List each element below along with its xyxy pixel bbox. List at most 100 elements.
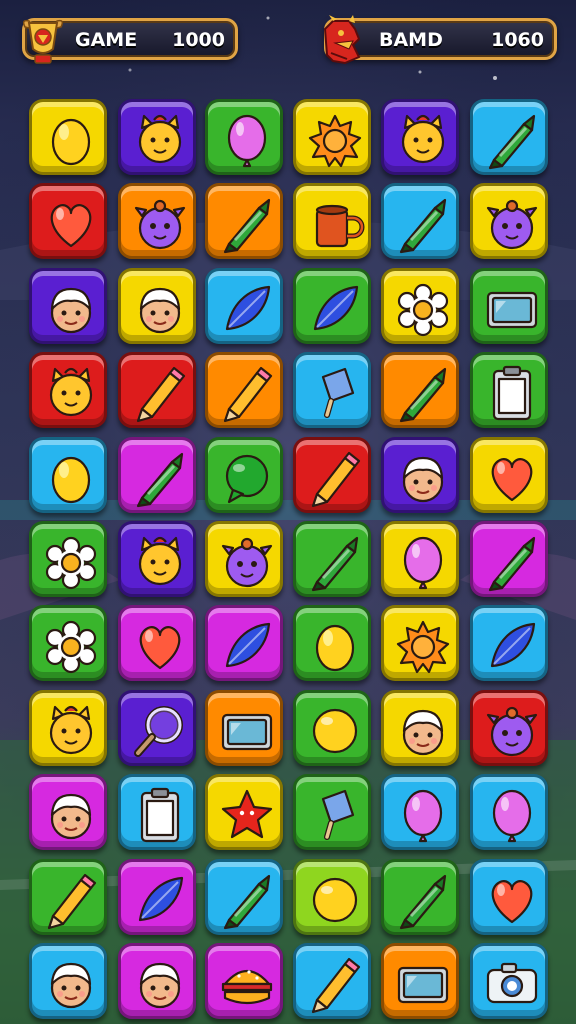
tile-r7-c2[interactable] — [118, 605, 196, 681]
sun-icon — [396, 620, 450, 674]
tile-r7-c6[interactable] — [470, 605, 548, 681]
screen-icon — [221, 713, 273, 751]
clipboard-icon — [140, 787, 180, 843]
tile-r2-c1[interactable] — [29, 183, 107, 259]
tile-r7-c5[interactable] — [381, 605, 459, 681]
tile-r5-c1[interactable] — [29, 437, 107, 513]
tile-r10-c3[interactable] — [205, 859, 283, 935]
tile-r2-c5[interactable] — [381, 183, 459, 259]
tile-r11-c5[interactable] — [381, 943, 459, 1019]
alien-icon — [486, 706, 538, 757]
tile-r11-c4[interactable] — [293, 943, 371, 1019]
tile-r3-c6[interactable] — [470, 268, 548, 344]
tile-r4-c4[interactable] — [293, 352, 371, 428]
tile-r11-c2[interactable] — [118, 943, 196, 1019]
tile-r8-c6[interactable] — [470, 690, 548, 766]
balloon-icon — [403, 789, 443, 843]
cat-icon — [49, 705, 93, 755]
popsicle-icon — [321, 789, 355, 840]
tile-r5-c5[interactable] — [381, 437, 459, 513]
tile-r3-c3[interactable] — [205, 268, 283, 344]
crayon-icon — [136, 452, 184, 508]
tile-r9-c3[interactable] — [205, 774, 283, 850]
leaf-icon — [225, 285, 271, 331]
tile-r10-c1[interactable] — [29, 859, 107, 935]
tile-r6-c1[interactable] — [29, 521, 107, 597]
match-board — [0, 0, 576, 1024]
tile-r11-c6[interactable] — [470, 943, 548, 1019]
tile-r7-c1[interactable] — [29, 605, 107, 681]
magnifier-icon — [134, 706, 183, 757]
tile-r1-c2[interactable] — [118, 99, 196, 175]
tile-r10-c2[interactable] — [118, 859, 196, 935]
tile-r2-c3[interactable] — [205, 183, 283, 259]
tile-r10-c6[interactable] — [470, 859, 548, 935]
tile-r6-c4[interactable] — [293, 521, 371, 597]
tile-r4-c5[interactable] — [381, 352, 459, 428]
cat-icon — [401, 114, 445, 164]
crayon-icon — [399, 367, 447, 423]
sun-icon — [308, 114, 362, 168]
popsicle-icon — [321, 367, 355, 418]
leaf-icon — [490, 622, 536, 668]
tile-r10-c4[interactable] — [293, 859, 371, 935]
face-icon — [402, 709, 444, 756]
tile-r1-c6[interactable] — [470, 99, 548, 175]
tile-r11-c1[interactable] — [29, 943, 107, 1019]
tile-r11-c3[interactable] — [205, 943, 283, 1019]
tile-r5-c3[interactable] — [205, 437, 283, 513]
star-icon — [221, 789, 273, 839]
tile-r8-c3[interactable] — [205, 690, 283, 766]
tile-r9-c1[interactable] — [29, 774, 107, 850]
tile-r3-c4[interactable] — [293, 268, 371, 344]
tile-r6-c2[interactable] — [118, 521, 196, 597]
pencil-icon — [311, 451, 361, 508]
face-icon — [50, 793, 92, 840]
face-icon — [50, 962, 92, 1009]
tile-r2-c2[interactable] — [118, 183, 196, 259]
tile-r9-c2[interactable] — [118, 774, 196, 850]
clipboard-icon — [492, 365, 532, 421]
flower-icon — [45, 620, 97, 674]
tile-r3-c2[interactable] — [118, 268, 196, 344]
tile-r9-c4[interactable] — [293, 774, 371, 850]
tile-r7-c4[interactable] — [293, 605, 371, 681]
tile-r1-c5[interactable] — [381, 99, 459, 175]
tile-r1-c4[interactable] — [293, 99, 371, 175]
tile-r2-c6[interactable] — [470, 183, 548, 259]
ball-icon — [312, 877, 358, 923]
tile-r3-c1[interactable] — [29, 268, 107, 344]
tile-r2-c4[interactable] — [293, 183, 371, 259]
tile-r6-c5[interactable] — [381, 521, 459, 597]
tile-r4-c2[interactable] — [118, 352, 196, 428]
pencil-icon — [47, 873, 97, 930]
tile-r1-c1[interactable] — [29, 99, 107, 175]
leaf-icon — [225, 622, 271, 668]
tile-r9-c6[interactable] — [470, 774, 548, 850]
tile-r7-c3[interactable] — [205, 605, 283, 681]
lemon-icon — [51, 118, 91, 166]
tile-r3-c5[interactable] — [381, 268, 459, 344]
tile-r8-c2[interactable] — [118, 690, 196, 766]
tile-r5-c4[interactable] — [293, 437, 371, 513]
tile-r10-c5[interactable] — [381, 859, 459, 935]
tile-r4-c1[interactable] — [29, 352, 107, 428]
tile-r5-c6[interactable] — [470, 437, 548, 513]
crayon-icon — [223, 874, 271, 930]
tile-r4-c3[interactable] — [205, 352, 283, 428]
tile-r8-c4[interactable] — [293, 690, 371, 766]
balloon-icon — [403, 536, 443, 590]
tile-r9-c5[interactable] — [381, 774, 459, 850]
tile-r4-c6[interactable] — [470, 352, 548, 428]
tile-r1-c3[interactable] — [205, 99, 283, 175]
tile-r6-c3[interactable] — [205, 521, 283, 597]
flower-icon — [45, 536, 97, 590]
tile-r8-c1[interactable] — [29, 690, 107, 766]
tile-r6-c6[interactable] — [470, 521, 548, 597]
tile-r5-c2[interactable] — [118, 437, 196, 513]
tile-r8-c5[interactable] — [381, 690, 459, 766]
flower-icon — [397, 283, 449, 337]
cat-icon — [138, 536, 182, 586]
alien-icon — [221, 537, 273, 588]
crayon-icon — [399, 198, 447, 254]
